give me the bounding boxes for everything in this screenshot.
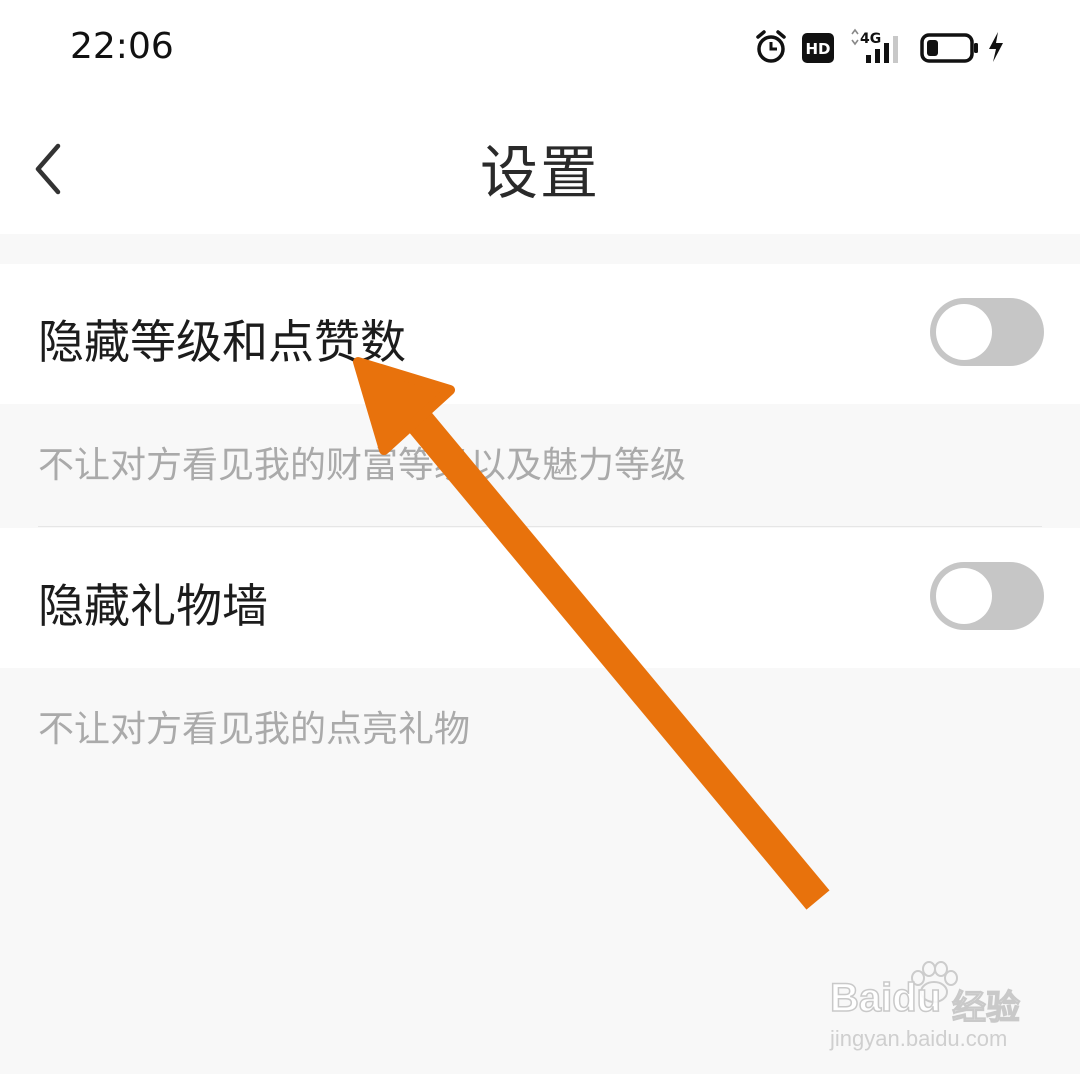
setting-row-hide-level: 隐藏等级和点赞数 — [0, 264, 1080, 404]
network-label: 4G — [860, 31, 881, 47]
hd-label: HD — [805, 40, 830, 58]
signal-4g-icon: 4G — [851, 28, 898, 63]
alarm-icon — [756, 30, 786, 63]
watermark-brand: Baidu — [829, 975, 942, 1021]
nav-bar: 设置 — [0, 96, 1080, 234]
toggle-knob — [936, 304, 992, 360]
divider — [38, 526, 1042, 527]
page-title: 设置 — [479, 139, 600, 207]
watermark-url: jingyan.baidu.com — [830, 1026, 1008, 1051]
watermark-service: 经验 — [951, 987, 1020, 1028]
battery-icon — [920, 33, 978, 63]
setting-label: 隐藏礼物墙 — [38, 579, 268, 633]
toggle-knob — [936, 568, 992, 624]
status-time: 22:06 — [70, 26, 174, 67]
setting-row-hide-gift-wall: 隐藏礼物墙 — [0, 528, 1080, 668]
hide-level-toggle[interactable] — [930, 298, 1044, 366]
status-icons: HD 4G — [754, 28, 1014, 68]
charging-icon — [989, 32, 1003, 62]
status-bar: 22:06 HD 4G — [0, 0, 1080, 96]
setting-description: 不让对方看见我的财富等级以及魅力等级 — [38, 445, 687, 486]
setting-label: 隐藏等级和点赞数 — [38, 315, 406, 369]
watermark: Baidu 经验 jingyan.baidu.com — [826, 960, 1036, 1060]
hide-gift-wall-toggle[interactable] — [930, 562, 1044, 630]
setting-description: 不让对方看见我的点亮礼物 — [38, 709, 471, 750]
hd-icon: HD — [802, 33, 834, 63]
